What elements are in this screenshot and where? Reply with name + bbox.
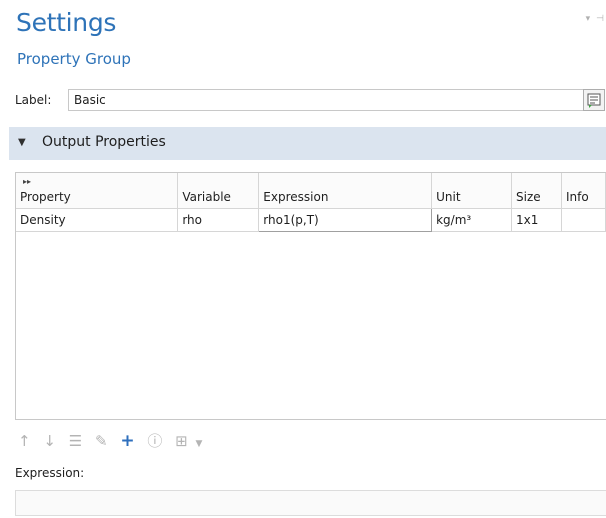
insert-expression-icon[interactable]: ⊞ <box>175 432 188 450</box>
expression-label: Expression: <box>15 466 85 480</box>
label-row: Label: Basic <box>15 89 606 113</box>
pin-icon[interactable]: ⊣ <box>596 14 604 24</box>
dropdown-icon[interactable]: ▾ <box>586 14 591 24</box>
column-header-property[interactable]: ▸▸ Property <box>16 173 179 209</box>
column-header-variable[interactable]: Variable <box>177 173 260 209</box>
sort-icon: ▸▸ <box>23 177 32 186</box>
output-properties-section[interactable]: ▼ Output Properties <box>9 127 606 160</box>
info-icon[interactable]: ⓘ <box>147 430 162 451</box>
cell-unit[interactable]: kg/m³ <box>431 208 513 232</box>
expression-field[interactable] <box>15 490 606 516</box>
column-header-expression[interactable]: Expression <box>258 173 433 209</box>
table-row[interactable]: Density rho rho1(p,T) kg/m³ 1x1 <box>16 208 606 232</box>
label-edit-button[interactable] <box>583 89 605 111</box>
cell-variable[interactable]: rho <box>177 208 260 232</box>
page-title: Settings <box>16 8 117 37</box>
section-title: Output Properties <box>42 134 166 150</box>
cell-expression[interactable]: rho1(p,T) <box>258 208 433 232</box>
label-caption: Label: <box>15 93 52 107</box>
column-header-info[interactable]: Info <box>561 173 606 209</box>
column-header-size[interactable]: Size <box>511 173 562 209</box>
move-down-icon[interactable]: ↓ <box>43 432 56 450</box>
cell-size[interactable]: 1x1 <box>511 208 562 232</box>
edit-icon[interactable]: ✎ <box>95 432 108 450</box>
table-header-row: ▸▸ Property Variable Expression Unit Siz… <box>16 173 606 209</box>
move-up-icon[interactable]: ↑ <box>18 432 31 450</box>
table-toolbar: ↑ ↓ ☰ ✎ + ⓘ ⊞ ▼ <box>18 430 210 452</box>
label-input[interactable]: Basic <box>68 89 586 111</box>
comment-icon <box>587 93 601 108</box>
output-properties-table: ▸▸ Property Variable Expression Unit Siz… <box>15 172 606 420</box>
dropdown-icon[interactable]: ▼ <box>196 439 203 449</box>
cell-property[interactable]: Density <box>16 208 179 232</box>
cell-info[interactable] <box>561 208 606 232</box>
column-header-unit[interactable]: Unit <box>431 173 513 209</box>
clear-table-icon[interactable]: ☰ <box>69 432 82 450</box>
window-controls: ▾ ⊣ <box>580 14 604 24</box>
collapse-arrow-icon[interactable]: ▼ <box>18 137 26 148</box>
add-icon[interactable]: + <box>120 431 134 451</box>
page-subtitle: Property Group <box>17 50 131 68</box>
